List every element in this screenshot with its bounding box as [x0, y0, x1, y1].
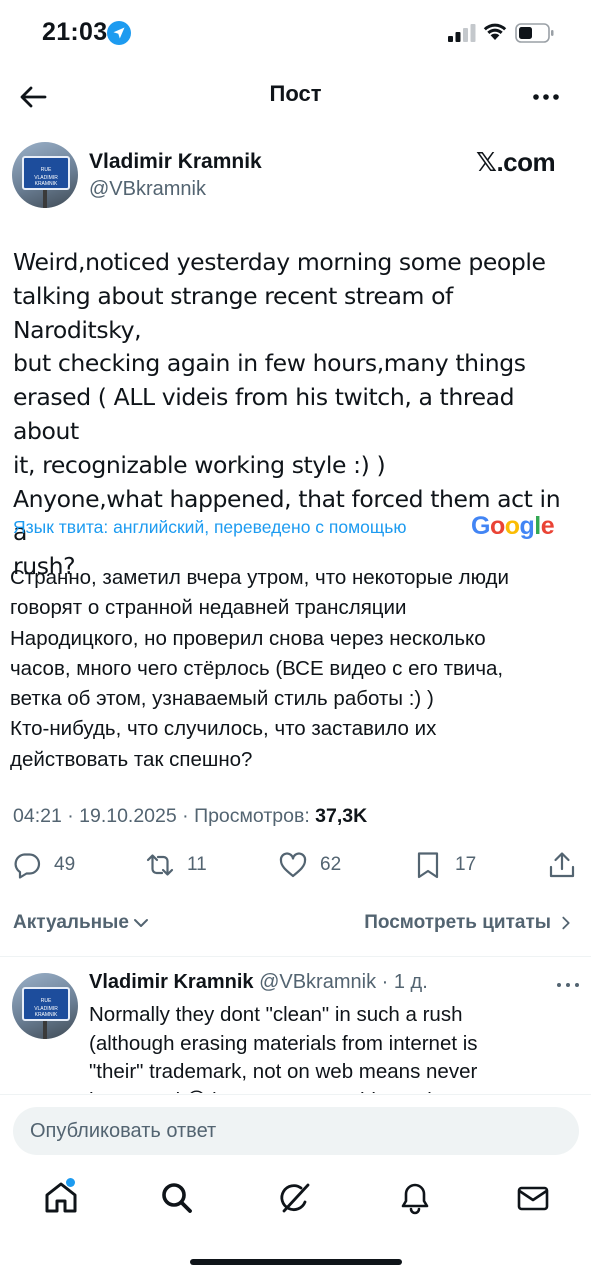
- translated-post-text: Странно, заметил вчера утром, что некото…: [10, 566, 509, 771]
- reply-author-name[interactable]: Vladimir Kramnik: [89, 971, 254, 993]
- bell-icon: [401, 1183, 429, 1215]
- view-quotes-link[interactable]: Посмотреть цитаты: [364, 912, 575, 934]
- share-icon: [549, 852, 575, 878]
- location-arrow-icon: [107, 21, 131, 45]
- tab-search[interactable]: [159, 1180, 195, 1216]
- compose-bar: Опубликовать ответ: [0, 1094, 591, 1164]
- home-indicator: [190, 1259, 402, 1265]
- mail-icon: [517, 1186, 549, 1211]
- bookmark-icon: [417, 852, 439, 879]
- like-count: 62: [320, 854, 342, 875]
- top-nav-bar: Пост: [0, 66, 591, 128]
- bookmark-count: 17: [455, 854, 477, 875]
- author-name[interactable]: Vladimir Kramnik: [89, 150, 262, 174]
- repost-icon: [146, 854, 174, 876]
- reply-icon: [14, 853, 41, 879]
- cellular-signal-icon: [448, 24, 476, 42]
- grok-icon: [280, 1183, 310, 1213]
- post-meta: 04:21 · 19.10.2025 · Просмотров: 37,3K: [13, 805, 367, 828]
- repost-action[interactable]: 11: [145, 848, 207, 882]
- heart-icon: [279, 852, 307, 878]
- views-label: Просмотров:: [194, 805, 316, 827]
- reply-header: Vladimir Kramnik @VBkramnik · 1 д.: [89, 971, 428, 994]
- tab-messages[interactable]: [515, 1180, 551, 1216]
- repost-count: 11: [187, 854, 207, 875]
- reply-author-handle[interactable]: @VBkramnik: [259, 971, 376, 993]
- more-options-icon[interactable]: [530, 84, 562, 110]
- avatar-street-sign: RUE VLADIMIR KRAMNIK: [22, 156, 70, 190]
- reply-age: · 1 д.: [376, 971, 428, 993]
- tab-notifications[interactable]: [397, 1180, 433, 1216]
- like-action[interactable]: 62: [278, 848, 341, 882]
- search-icon: [162, 1183, 192, 1213]
- wifi-icon: [483, 23, 507, 40]
- avatar-street-sign: RUE VLADIMIR KRAMNIK: [22, 987, 70, 1021]
- home-new-content-dot: [66, 1178, 75, 1187]
- status-bar: 21:03: [0, 0, 591, 66]
- replies-sort-dropdown[interactable]: Актуальные: [13, 912, 151, 934]
- chevron-right-icon: [562, 916, 570, 930]
- post-timestamp: 04:21 · 19.10.2025 ·: [13, 805, 195, 827]
- reply-author-avatar[interactable]: RUE VLADIMIR KRAMNIK: [12, 973, 78, 1039]
- reply-input[interactable]: Опубликовать ответ: [13, 1107, 579, 1155]
- reply-more-icon[interactable]: [555, 977, 581, 993]
- battery-icon: [515, 23, 554, 43]
- translation-note[interactable]: Язык твита: английский, переведено с пом…: [13, 517, 407, 538]
- share-action[interactable]: [547, 848, 577, 882]
- tab-grok[interactable]: [277, 1180, 313, 1216]
- views-count[interactable]: 37,3K: [315, 805, 367, 827]
- author-avatar[interactable]: RUE VLADIMIR KRAMNIK: [12, 142, 78, 208]
- reply-action[interactable]: 49: [12, 848, 75, 882]
- google-logo: Google: [471, 512, 555, 540]
- chevron-down-icon: [133, 919, 148, 927]
- divider: [0, 956, 591, 957]
- page-title: Пост: [269, 81, 322, 106]
- reply-text: Normally they dont "clean" in such a rus…: [89, 1003, 478, 1093]
- source-badge: 𝕏.com: [476, 147, 556, 177]
- status-time: 21:03: [42, 18, 108, 46]
- bookmark-action[interactable]: 17: [413, 848, 476, 882]
- author-handle[interactable]: @VBkramnik: [89, 178, 206, 201]
- reply-count: 49: [54, 854, 76, 875]
